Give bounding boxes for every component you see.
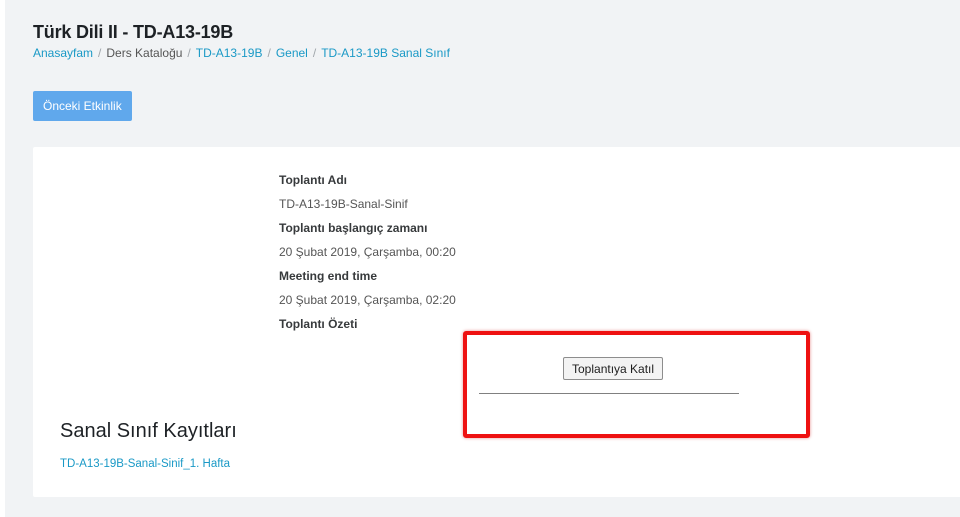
breadcrumb-separator: / bbox=[98, 46, 102, 60]
meeting-start-label: Toplantı başlangıç zamanı bbox=[279, 221, 428, 235]
breadcrumb-separator: / bbox=[187, 46, 191, 60]
meeting-content-card: Toplantı Adı TD-A13-19B-Sanal-Sinif Topl… bbox=[33, 147, 960, 497]
left-edge-strip bbox=[0, 0, 5, 517]
previous-activity-button[interactable]: Önceki Etkinlik bbox=[33, 91, 132, 121]
meeting-name-label: Toplantı Adı bbox=[279, 173, 347, 187]
breadcrumb-general-link[interactable]: Genel bbox=[276, 46, 308, 60]
breadcrumb-course-catalog: Ders Kataloğu bbox=[106, 46, 183, 60]
breadcrumb-course-link[interactable]: TD-A13-19B bbox=[196, 46, 263, 60]
course-title: Türk Dili II - TD-A13-19B bbox=[33, 22, 234, 42]
recordings-heading: Sanal Sınıf Kayıtları bbox=[60, 420, 237, 442]
breadcrumb-separator: / bbox=[312, 46, 317, 60]
meeting-end-label: Meeting end time bbox=[279, 269, 378, 283]
highlight-annotation-box bbox=[463, 331, 810, 438]
recording-link[interactable]: TD-A13-19B-Sanal-Sinif_1. Hafta bbox=[60, 458, 230, 470]
meeting-end-value: 20 Şubat 2019, Çarşamba, 02:20 bbox=[279, 293, 456, 307]
breadcrumb-virtual-class-link[interactable]: TD-A13-19B Sanal Sınıf bbox=[321, 46, 450, 60]
meeting-start-value: 20 Şubat 2019, Çarşamba, 00:20 bbox=[279, 245, 456, 259]
page-header: Türk Dili II - TD-A13-19B Anasayfam / Ders… bbox=[33, 22, 450, 60]
breadcrumb-home-link[interactable]: Anasayfam bbox=[33, 46, 93, 60]
breadcrumb: Anasayfam / Ders Kataloğu / TD-A13-19B / Genel… bbox=[33, 46, 450, 60]
meeting-name-value: TD-A13-19B-Sanal-Sinif bbox=[279, 197, 408, 211]
breadcrumb-separator: / bbox=[267, 46, 271, 60]
meeting-summary-label: Toplantı Özeti bbox=[279, 317, 358, 331]
meeting-info: Toplantı Adı TD-A13-19B-Sanal-Sinif Topl… bbox=[279, 173, 456, 341]
